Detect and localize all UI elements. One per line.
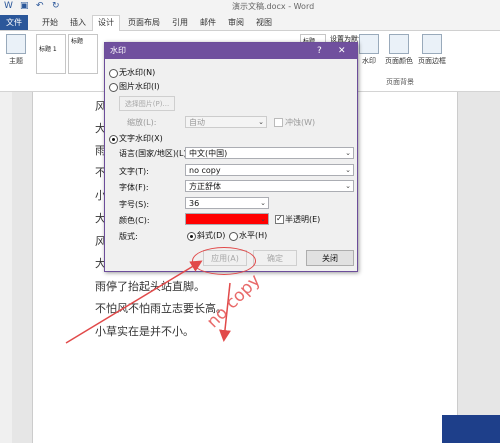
arrow-to-apply (65, 260, 203, 344)
annotation-arrows (65, 260, 231, 344)
